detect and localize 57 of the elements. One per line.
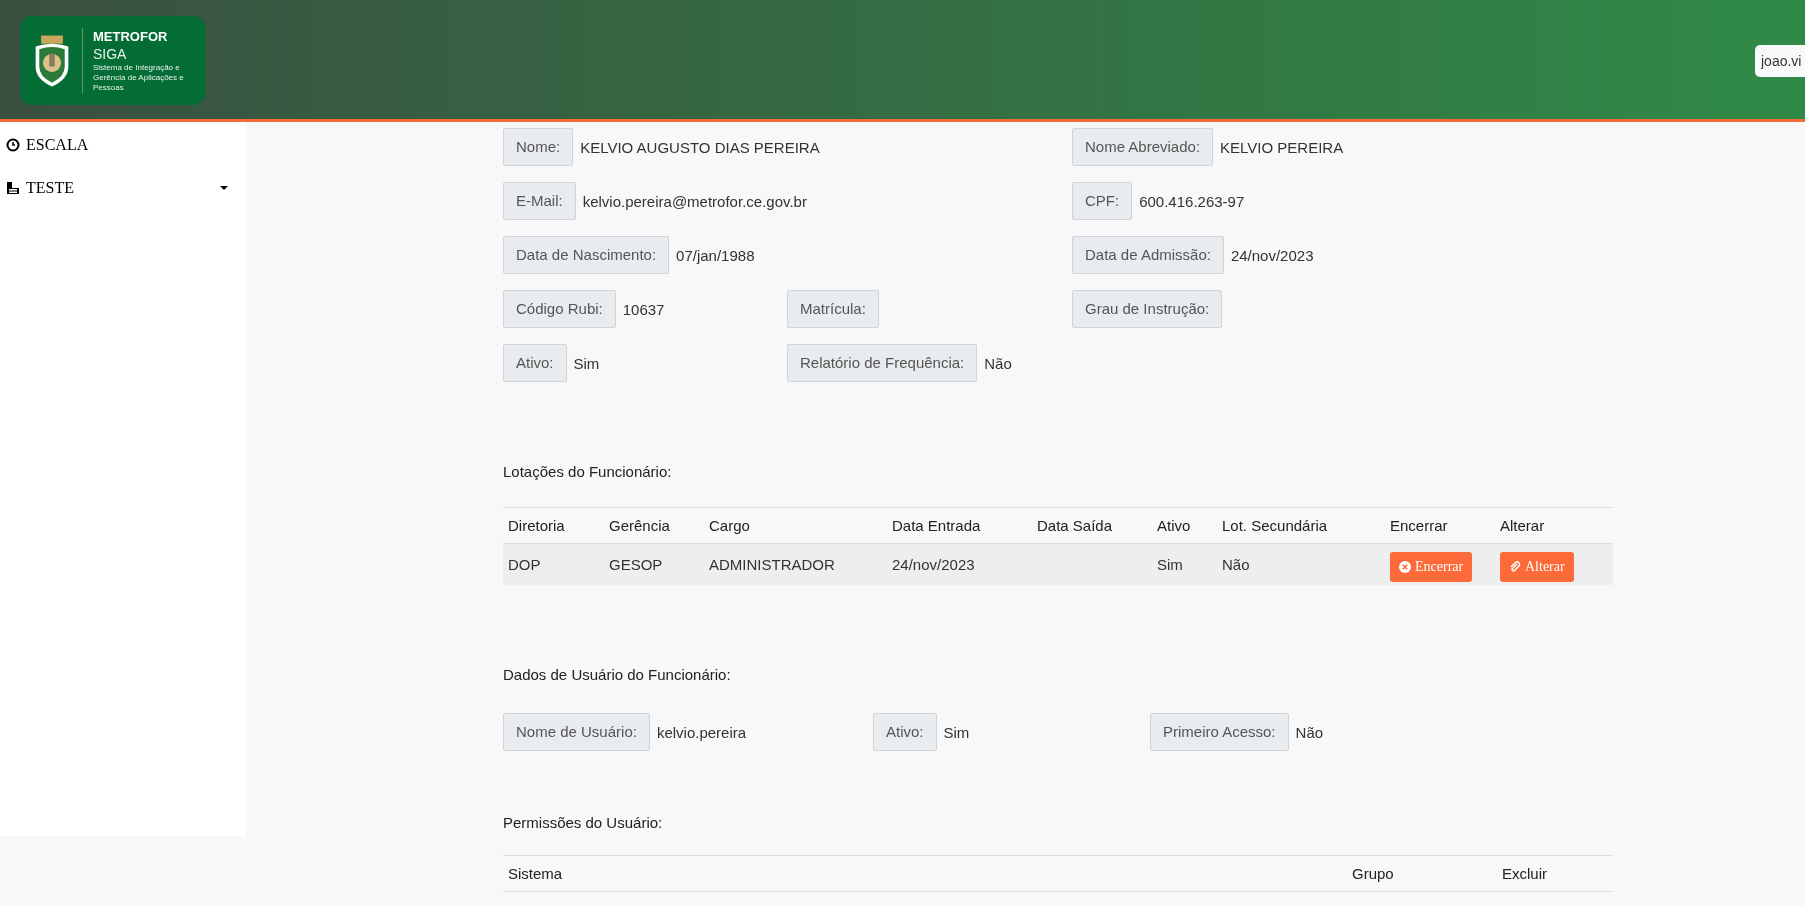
sidebar-item[interactable]: ESCALA <box>0 123 246 166</box>
column-header: Lot. Secundária <box>1217 507 1385 544</box>
field-value: kelvio.pereira@metrofor.ce.gov.br <box>582 192 807 210</box>
column-header: Data Entrada <box>887 507 1032 544</box>
table-cell: GESOP <box>604 543 704 585</box>
field-value: KELVIO AUGUSTO DIAS PEREIRA <box>580 138 820 156</box>
field-value: 600.416.263-97 <box>1139 192 1245 210</box>
table-cell: DOP <box>503 543 604 585</box>
table-cell: 24/nov/2023 <box>887 543 1032 585</box>
field-label: E-Mail: <box>503 182 576 220</box>
field-value: Sim <box>943 723 970 741</box>
logo-subtitle: SIGA <box>93 44 128 63</box>
field-label: Ativo: <box>873 713 937 751</box>
column-header: Diretoria <box>503 507 604 544</box>
field-value: KELVIO PEREIRA <box>1220 138 1344 156</box>
field-label: Nome: <box>503 128 574 166</box>
column-header: Sistema <box>503 855 1347 892</box>
field-label: Data de Admissão: <box>1072 236 1224 274</box>
field-value: 07/jan/1988 <box>676 246 755 264</box>
paperclip-icon <box>1509 560 1521 573</box>
logo-title: METROFOR <box>93 28 169 45</box>
user-field[interactable]: joao.vi <box>1755 45 1805 77</box>
field-value: Não <box>984 354 1012 372</box>
table-cell: ADMINISTRADOR <box>704 543 887 585</box>
close-icon <box>1399 560 1411 573</box>
field-label: Relatório de Frequência: <box>787 344 978 382</box>
column-header: Grupo <box>1347 855 1497 892</box>
column-header: Excluir <box>1497 855 1613 892</box>
table-cell: Não <box>1217 543 1385 585</box>
field-label: Matrícula: <box>787 290 879 328</box>
field-value: kelvio.pereira <box>656 723 747 741</box>
field-value: 10637 <box>622 300 665 318</box>
column-header: Data Saída <box>1032 507 1152 544</box>
column-header: Cargo <box>704 507 887 544</box>
sidebar-item[interactable]: TESTE <box>0 166 246 209</box>
column-header: Alterar <box>1495 507 1613 544</box>
field-label: Data de Nascimento: <box>503 236 670 274</box>
section-title: Permissões do Usuário: <box>503 813 664 833</box>
field-value: 24/nov/2023 <box>1230 246 1314 264</box>
column-header: Gerência <box>604 507 704 544</box>
column-header: Ativo <box>1152 507 1217 544</box>
table-cell: Sim <box>1152 543 1217 585</box>
field-label: Primeiro Acesso: <box>1150 713 1289 751</box>
field-label: Nome Abreviado: <box>1072 128 1214 166</box>
field-label: Grau de Instrução: <box>1072 290 1223 328</box>
section-title: Dados de Usuário do Funcionário: <box>503 665 732 685</box>
field-value: Sim <box>573 354 600 372</box>
field-label: Nome de Usuário: <box>503 713 650 751</box>
field-label: Código Rubi: <box>503 290 616 328</box>
logo-tagline: Sistema de Integração e Gerência de Aplicações e Pessoas <box>93 62 185 93</box>
document-icon <box>6 180 20 195</box>
field-value: Não <box>1295 723 1324 741</box>
field-label: CPF: <box>1072 182 1133 220</box>
section-title: Lotações do Funcionário: <box>503 462 673 482</box>
field-label: Ativo: <box>503 344 567 382</box>
clock-icon <box>6 137 20 152</box>
column-header: Encerrar <box>1385 507 1495 544</box>
